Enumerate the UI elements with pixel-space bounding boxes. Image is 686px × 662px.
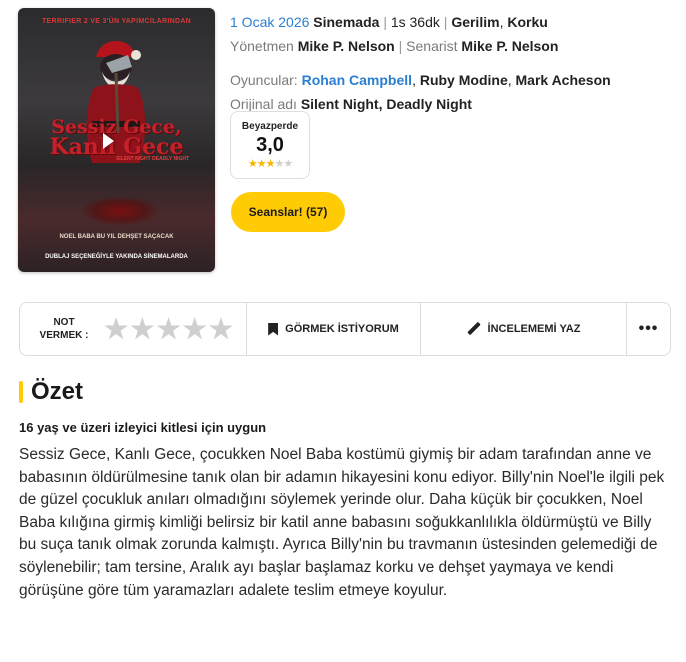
- rating-value: 3,0: [256, 134, 284, 156]
- heading-accent-bar: [19, 381, 23, 403]
- rating-star-2-icon[interactable]: ★: [130, 315, 154, 343]
- release-status: Sinemada: [313, 14, 380, 30]
- movie-info: 1 Ocak 2026 Sinemada | 1s 36dk | Gerilim…: [230, 10, 678, 116]
- user-rating-stars[interactable]: ★ ★ ★ ★ ★: [104, 315, 233, 343]
- sessions-button[interactable]: Seanslar! (57): [231, 192, 345, 232]
- poster-original-title: SILENT NIGHT DEADLY NIGHT: [115, 156, 189, 162]
- rating-source-label: Beyazperde: [241, 121, 299, 132]
- cast-link[interactable]: Mark Acheson: [516, 72, 611, 88]
- genre-link[interactable]: Korku: [507, 14, 547, 30]
- director-link[interactable]: Mike P. Nelson: [298, 38, 395, 54]
- rating-stars: ★★★★★: [231, 157, 309, 170]
- summary-title: Özet: [31, 378, 84, 405]
- genre-link[interactable]: Gerilim: [451, 14, 499, 30]
- write-review-button[interactable]: İNCELEMEMİ YAZ: [420, 303, 626, 355]
- poster-top-text: TERRIFIER 2 VE 3'ÜN YAPIMCILARINDAN: [41, 18, 192, 25]
- cast-link[interactable]: Rohan Campbell: [302, 72, 412, 88]
- press-rating-card[interactable]: Beyazperde 3,0 ★★★★★: [230, 111, 310, 179]
- writer-link[interactable]: Mike P. Nelson: [461, 38, 558, 54]
- star-full-icon: ★: [256, 158, 267, 170]
- action-bar: NOT VERMEK : ★ ★ ★ ★ ★ GÖRMEK İSTİYORUM …: [19, 302, 671, 356]
- crew-line: Yönetmen Mike P. Nelson | Senarist Mike …: [230, 38, 559, 54]
- star-full-icon: ★: [247, 158, 258, 170]
- rating-star-4-icon[interactable]: ★: [183, 315, 207, 343]
- summary-heading: Özet: [19, 378, 83, 406]
- watchlist-button[interactable]: GÖRMEK İSTİYORUM: [246, 303, 420, 355]
- rate-label: NOT VERMEK :: [39, 317, 89, 341]
- cast-label: Oyuncular:: [230, 72, 298, 88]
- rating-star-3-icon[interactable]: ★: [156, 315, 180, 343]
- more-icon: •••: [638, 320, 659, 337]
- star-empty-icon: ★: [274, 158, 284, 170]
- pen-icon: [467, 322, 481, 336]
- play-trailer-icon[interactable]: [103, 133, 114, 149]
- rate-section: NOT VERMEK : ★ ★ ★ ★ ★: [20, 303, 246, 355]
- rating-star-5-icon[interactable]: ★: [209, 315, 233, 343]
- summary-text: Sessiz Gece, Kanlı Gece, çocukken Noel B…: [19, 446, 665, 599]
- writer-label: Senarist: [406, 38, 458, 54]
- bookmark-icon: [268, 322, 279, 336]
- original-title: Silent Night, Deadly Night: [300, 96, 472, 112]
- cast-link[interactable]: Ruby Modine: [420, 72, 508, 88]
- rating-star-1-icon[interactable]: ★: [104, 315, 128, 343]
- age-rating: 16 yaş ve üzeri izleyici kitlesi için uy…: [19, 420, 267, 435]
- release-line: 1 Ocak 2026 Sinemada | 1s 36dk | Gerilim…: [230, 14, 548, 30]
- director-label: Yönetmen: [230, 38, 294, 54]
- blood-pool: [80, 196, 160, 226]
- release-date[interactable]: 1 Ocak 2026: [230, 14, 309, 30]
- more-options-button[interactable]: •••: [626, 303, 670, 355]
- watchlist-label: GÖRMEK İSTİYORUM: [285, 323, 399, 335]
- write-review-label: İNCELEMEMİ YAZ: [487, 323, 581, 335]
- duration: 1s 36dk: [390, 14, 440, 30]
- star-empty-icon: ★: [283, 158, 293, 170]
- original-title-label: Orijinal adı: [230, 96, 297, 112]
- movie-poster[interactable]: TERRIFIER 2 VE 3'ÜN YAPIMCILARINDAN Sess…: [18, 8, 215, 272]
- cast-line: Oyuncular: Rohan Campbell, Ruby Modine, …: [230, 72, 611, 88]
- poster-bottom-text: DUBLAJ SEÇENEĞİYLE YAKINDA SİNEMALARDA: [45, 254, 188, 260]
- poster-tagline: NOEL BABA BU YIL DEHŞET SAÇACAK: [59, 234, 174, 240]
